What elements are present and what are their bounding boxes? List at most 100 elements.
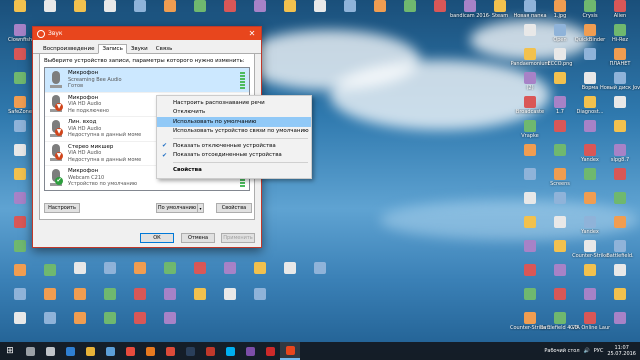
volume-icon[interactable]: 🔊 — [584, 348, 590, 354]
file-icon — [524, 144, 536, 156]
file-icon — [554, 96, 566, 108]
desktop-icon[interactable]: Alien — [600, 0, 640, 19]
desktop-icon[interactable] — [240, 288, 280, 301]
file-icon — [584, 120, 596, 132]
file-icon — [374, 0, 386, 12]
desktop-toolbar-label[interactable]: Рабочий стол — [544, 348, 579, 354]
context-menu-item[interactable]: Свойства — [157, 165, 311, 175]
menu-item-label: Использовать устройство связи по умолчан… — [173, 128, 309, 135]
taskbar: ⊞ Рабочий стол 🔊 РУС 11:07 25.07.2016 — [0, 342, 640, 360]
clock-date: 25.07.2016 — [607, 351, 636, 357]
menu-item-label: Использовать по умолчанию — [173, 118, 257, 125]
set-default-button[interactable]: По умолчанию ▾ — [156, 203, 204, 213]
file-icon — [614, 240, 626, 252]
level-meter — [240, 71, 245, 89]
dialog-titlebar[interactable]: Звук ✕ — [33, 27, 261, 40]
file-icon — [584, 72, 596, 84]
desktop-icon[interactable] — [600, 168, 640, 181]
desktop-icon[interactable] — [300, 262, 340, 275]
taskbar-yandex-button[interactable] — [260, 342, 280, 360]
desktop-icon[interactable] — [600, 312, 640, 325]
edge-icon — [65, 346, 75, 356]
file-icon — [284, 0, 296, 12]
file-icon — [134, 312, 146, 324]
taskbar-edge-button[interactable] — [60, 342, 80, 360]
tab-sounds[interactable]: Звуки — [127, 44, 152, 54]
dropdown-arrow-icon[interactable]: ▾ — [197, 204, 203, 212]
context-menu-item[interactable]: Использовать устройство связи по умолчан… — [157, 127, 311, 137]
desktop-icon[interactable] — [600, 120, 640, 133]
taskbar-firefox-button[interactable] — [140, 342, 160, 360]
desktop-icon[interactable] — [150, 312, 190, 325]
menu-separator — [173, 138, 308, 139]
desktop-icon[interactable]: Steam — [480, 0, 520, 19]
start-button[interactable]: ⊞ — [0, 342, 20, 360]
taskbar-skype-button[interactable] — [220, 342, 240, 360]
dialog-footer: ОК Отмена Применить — [135, 233, 255, 243]
context-menu-item[interactable]: Настроить распознавание речи — [157, 98, 311, 108]
desktop-icon-label: Diagnost... — [576, 109, 604, 115]
desktop-icon[interactable]: Hi-Rez — [600, 24, 640, 43]
cancel-button[interactable]: Отмена — [181, 233, 215, 243]
clock[interactable]: 11:07 25.07.2016 — [607, 345, 636, 357]
desktop-icon[interactable] — [600, 288, 640, 301]
taskbar-media-player-button[interactable] — [240, 342, 260, 360]
context-menu-item[interactable]: Отключить — [157, 108, 311, 118]
taskbar-sound-button[interactable] — [280, 342, 300, 360]
file-icon — [524, 24, 536, 36]
checkmark-icon: ✔ — [162, 142, 168, 150]
taskbar-store-button[interactable] — [100, 342, 120, 360]
file-icon — [224, 262, 236, 274]
file-icon — [14, 72, 26, 84]
file-icon — [554, 120, 566, 132]
tab-playback[interactable]: Воспроизведение — [39, 44, 98, 54]
file-icon — [584, 288, 596, 300]
disabled-arrow-icon: ▼ — [55, 127, 63, 136]
file-icon — [164, 0, 176, 12]
file-icon — [554, 168, 566, 180]
taskbar-search-button[interactable] — [20, 342, 40, 360]
desktop-icon[interactable]: ПЛАНЕТ — [600, 48, 640, 67]
taskbar-apps — [20, 342, 300, 360]
desktop-icon[interactable] — [600, 96, 640, 109]
file-icon — [194, 0, 206, 12]
default-check-icon: ✔ — [55, 176, 63, 185]
taskbar-explorer-button[interactable] — [80, 342, 100, 360]
taskbar-windows-logo-button[interactable] — [120, 342, 140, 360]
desktop-icon[interactable]: Battlefield. — [600, 240, 640, 259]
context-menu-item[interactable]: ✔ Показать отсоединенные устройства — [157, 151, 311, 161]
taskbar-task-view-button[interactable] — [40, 342, 60, 360]
tab-communications[interactable]: Связь — [152, 44, 177, 54]
desktop-icon[interactable] — [600, 264, 640, 277]
microphone-icon: ▼ — [49, 95, 63, 113]
ok-button[interactable]: ОК — [140, 233, 174, 243]
taskbar-steam-button[interactable] — [180, 342, 200, 360]
set-default-label: По умолчанию — [157, 205, 197, 211]
tab-recording[interactable]: Запись — [98, 44, 127, 54]
language-indicator[interactable]: РУС — [594, 348, 604, 354]
file-icon — [14, 24, 26, 36]
file-icon — [584, 240, 596, 252]
desktop-icon[interactable] — [600, 216, 640, 229]
yandex-icon — [265, 346, 275, 356]
device-row[interactable]: Микрофон Screaming Bee Audio Готов — [45, 68, 249, 93]
file-icon — [584, 312, 596, 324]
taskbar-chrome-button[interactable] — [160, 342, 180, 360]
file-icon — [224, 288, 236, 300]
desktop-icon[interactable]: slpg8.7 — [600, 144, 640, 163]
file-icon — [614, 216, 626, 228]
properties-button[interactable]: Свойства — [216, 203, 252, 213]
file-icon — [164, 288, 176, 300]
taskbar-bandicam-button[interactable] — [200, 342, 220, 360]
desktop-icon[interactable]: Новый диск Jove — [600, 72, 640, 91]
menu-item-label: Показать отключенные устройства — [173, 142, 276, 149]
file-icon — [284, 262, 296, 274]
close-icon[interactable]: ✕ — [243, 27, 261, 40]
apply-button[interactable]: Применить — [221, 233, 255, 243]
configure-button[interactable]: Настроить — [44, 203, 80, 213]
context-menu-item[interactable]: ✔ Показать отключенные устройства — [157, 141, 311, 151]
firefox-icon — [145, 346, 155, 356]
context-menu-item[interactable]: Использовать по умолчанию — [157, 117, 311, 127]
file-icon — [134, 0, 146, 12]
desktop-icon[interactable] — [600, 192, 640, 205]
